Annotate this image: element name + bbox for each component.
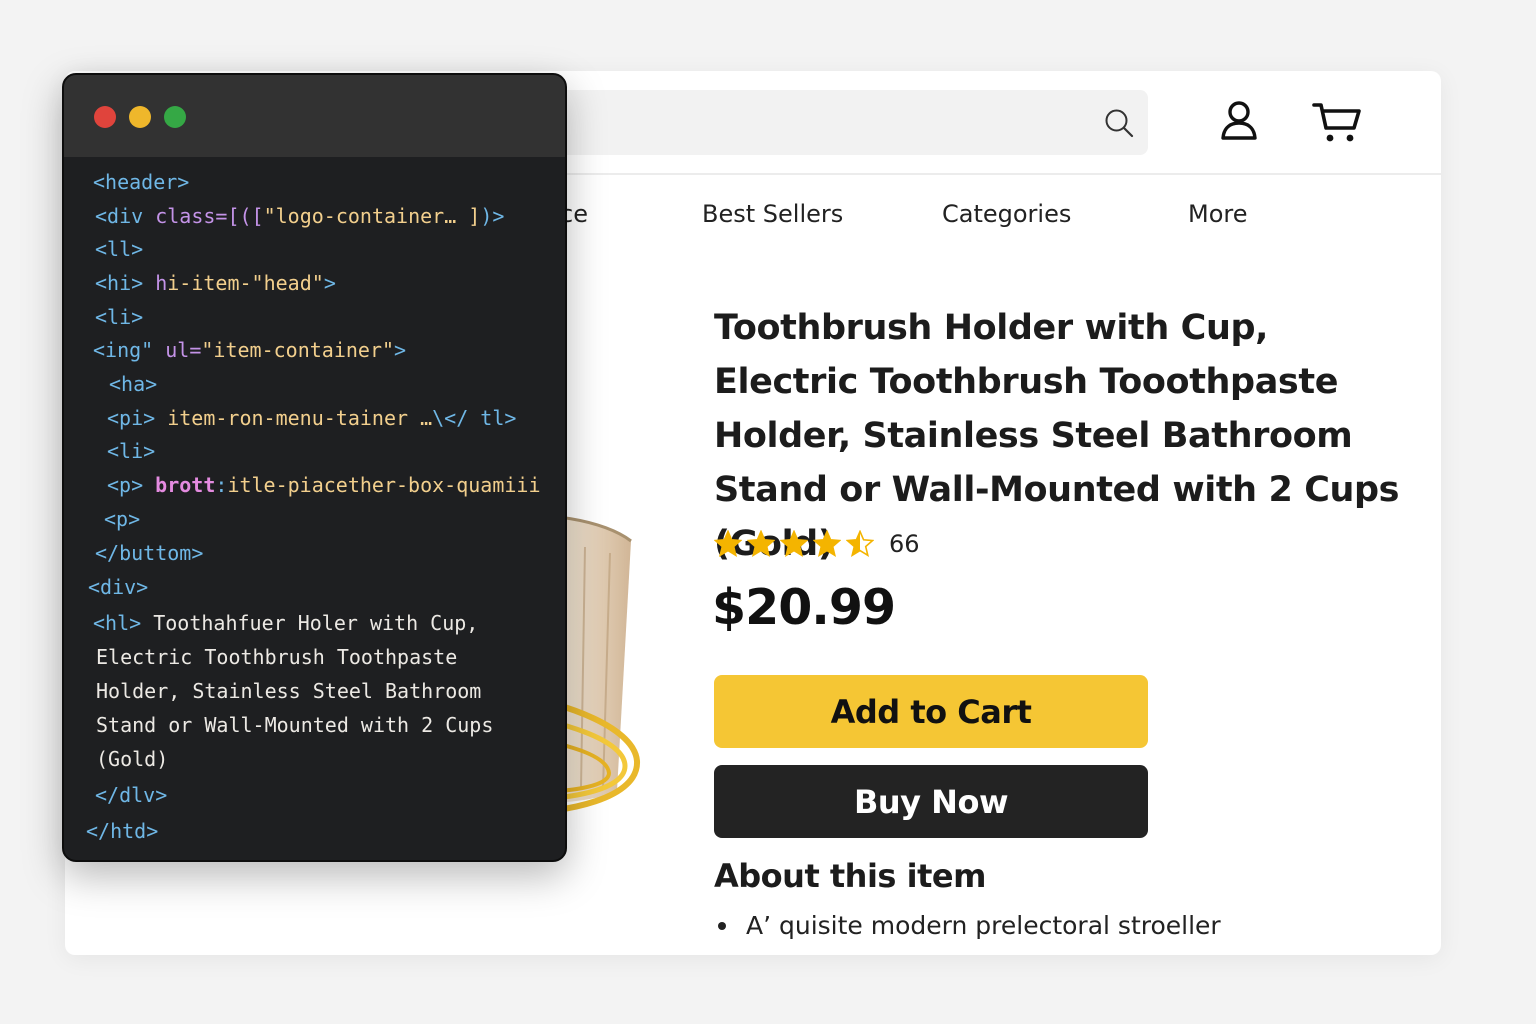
nav-item-more[interactable]: More	[1188, 200, 1248, 228]
code-token: <hl>	[93, 611, 154, 635]
code-line: Stand or Wall-Mounted with 2 Cups	[96, 711, 493, 739]
user-icon[interactable]	[1220, 100, 1258, 140]
code-token: <pi>	[107, 406, 168, 430]
code-token: Holder, Stainless Steel Bathroom	[96, 679, 482, 703]
code-token: "logo-container… ]	[263, 204, 481, 228]
code-line: <hi> hi-item-"head">	[95, 269, 336, 297]
code-token: i-item-"head"	[167, 271, 324, 295]
search-icon[interactable]	[1104, 108, 1134, 138]
code-token: >	[394, 338, 407, 362]
code-line: <p>	[104, 505, 140, 533]
code-line: </htd>	[86, 817, 158, 845]
rating-stars	[714, 530, 879, 558]
code-token: h	[155, 271, 168, 295]
code-token: class=[([	[155, 204, 264, 228]
buy-now-button[interactable]: Buy Now	[714, 765, 1148, 838]
code-token: (Gold)	[96, 747, 169, 771]
code-token: </buttom>	[95, 541, 204, 565]
nav-item-categories[interactable]: Categories	[942, 200, 1071, 228]
code-line: <hl> Toothahfuer Holer with Cup,	[93, 609, 478, 637]
code-editor-window: <header> <div class=[(["logo-container… ]…	[62, 73, 567, 862]
code-line: <div class=[(["logo-container… ])>	[95, 202, 504, 230]
maximize-window-button[interactable]	[164, 106, 186, 128]
minimize-window-button[interactable]	[129, 106, 151, 128]
code-token: <header>	[93, 170, 190, 194]
code-token: <ing"	[93, 338, 166, 362]
code-token: itle-piacether-box-quamiii	[227, 473, 541, 497]
code-line: <ll>	[95, 235, 143, 263]
code-token: <p>	[107, 473, 156, 497]
add-to-cart-button[interactable]: Add to Cart	[714, 675, 1148, 748]
code-token: Toothahfuer Holer with Cup,	[153, 611, 479, 635]
code-token: >	[323, 271, 336, 295]
code-token: <li>	[107, 439, 156, 463]
search-input[interactable]	[505, 90, 1148, 155]
nav-item-best-sellers[interactable]: Best Sellers	[702, 200, 843, 228]
code-line: </buttom>	[95, 539, 203, 567]
code-token: Stand or Wall-Mounted with 2 Cups	[96, 713, 494, 737]
code-token: <li>	[95, 305, 144, 329]
code-line: </dlv>	[95, 781, 167, 809]
code-token: ul=	[165, 338, 202, 362]
code-token: "item-container"	[201, 338, 395, 362]
code-line: <header>	[93, 168, 189, 196]
code-line: <div>	[88, 573, 148, 601]
bullet-item: A’ quisite modern prelectoral stroeller	[714, 911, 1221, 940]
code-token: )>	[480, 204, 505, 228]
about-heading: About this item	[714, 857, 986, 895]
code-token: <ha>	[109, 372, 158, 396]
code-token: </htd>	[86, 819, 159, 843]
code-line: Holder, Stainless Steel Bathroom	[96, 677, 481, 705]
price: $20.99	[712, 579, 896, 636]
star-full-icon	[780, 530, 808, 557]
code-token: item-ron-menu-tainer …	[167, 406, 433, 430]
rating-count[interactable]: 66	[889, 530, 920, 558]
code-line: (Gold)	[96, 745, 168, 773]
rating[interactable]: 66	[714, 529, 920, 559]
bullet-text: A’ quisite modern prelectoral stroeller	[746, 911, 1221, 940]
star-half-icon	[846, 530, 874, 557]
bullet-dot	[718, 921, 726, 930]
code-line: <pi> item-ron-menu-tainer …\</ tl>	[107, 404, 516, 432]
code-token: <div	[95, 204, 156, 228]
code-line: <li>	[95, 303, 143, 331]
code-token: <ll>	[95, 237, 144, 261]
code-token: Electric Toothbrush Toothpaste	[96, 645, 458, 669]
code-token: <div>	[88, 575, 149, 599]
code-token: \</ tl>	[432, 406, 517, 430]
code-line: <ing" ul="item-container">	[93, 336, 406, 364]
code-token: <p>	[104, 507, 141, 531]
cart-icon[interactable]	[1312, 100, 1362, 144]
code-line: <ha>	[109, 370, 157, 398]
close-window-button[interactable]	[94, 106, 116, 128]
code-line: <p> brott:itle-piacether-box-quamiii	[107, 471, 541, 499]
code-token: </dlv>	[95, 783, 168, 807]
editor-titlebar	[64, 75, 565, 157]
star-full-icon	[813, 530, 841, 557]
code-line: Electric Toothbrush Toothpaste	[96, 643, 457, 671]
code-token: :	[215, 473, 228, 497]
star-full-icon	[714, 530, 742, 557]
code-token: brott	[155, 473, 216, 497]
code-token: <hi>	[95, 271, 156, 295]
code-line: <li>	[107, 437, 155, 465]
star-full-icon	[747, 530, 775, 557]
